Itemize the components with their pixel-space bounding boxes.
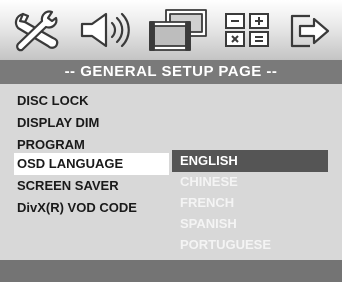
- menu-item-divx-vod-code[interactable]: DivX(R) VOD CODE: [14, 197, 137, 219]
- tools-icon[interactable]: [8, 6, 66, 54]
- menu-item-osd-language[interactable]: OSD LANGUAGE: [14, 153, 169, 175]
- film-icon[interactable]: [144, 6, 212, 54]
- exit-arrow-icon[interactable]: [284, 6, 334, 54]
- setup-menu: DISC LOCK DISPLAY DIM PROGRAM OSD LANGUA…: [0, 84, 342, 260]
- page-title: -- GENERAL SETUP PAGE --: [0, 60, 342, 84]
- language-options-list: ENGLISH CHINESE FRENCH SPANISH PORTUGUES…: [172, 150, 328, 260]
- menu-item-disc-lock[interactable]: DISC LOCK: [14, 90, 89, 112]
- speaker-icon[interactable]: [76, 6, 134, 54]
- grid-icon[interactable]: [218, 6, 276, 54]
- option-english[interactable]: ENGLISH: [172, 150, 328, 172]
- bottom-status-bar: [0, 260, 342, 282]
- menu-item-screen-saver[interactable]: SCREEN SAVER: [14, 175, 119, 197]
- setup-menu-screen: -- GENERAL SETUP PAGE -- DISC LOCK DISPL…: [0, 0, 342, 282]
- menu-item-display-dim[interactable]: DISPLAY DIM: [14, 112, 99, 134]
- option-spanish[interactable]: SPANISH: [172, 213, 328, 235]
- option-chinese[interactable]: CHINESE: [172, 171, 328, 193]
- option-portuguese[interactable]: PORTUGUESE: [172, 234, 328, 256]
- setup-icon-bar: [0, 0, 342, 60]
- option-french[interactable]: FRENCH: [172, 192, 328, 214]
